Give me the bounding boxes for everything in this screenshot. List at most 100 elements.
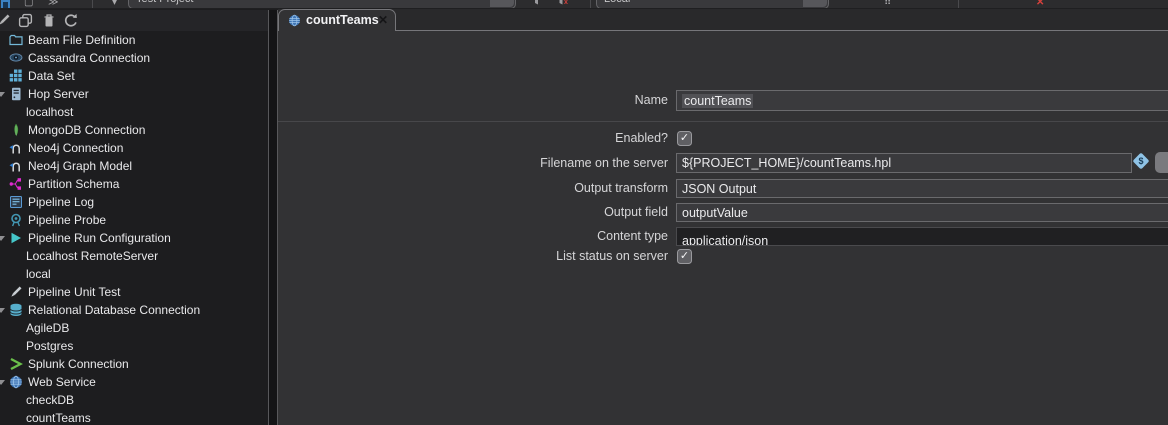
tree-item-label: Postgres: [26, 337, 73, 355]
svg-text:x: x: [564, 0, 568, 5]
copy-icon[interactable]: [18, 13, 33, 28]
tree-item-pipeline-probe[interactable]: Pipeline Probe: [0, 211, 268, 229]
separator: [278, 121, 1168, 122]
tree-item-label: Hop Server: [28, 85, 89, 103]
partition-icon: [9, 177, 23, 191]
remove-filter-icon[interactable]: x: [556, 0, 569, 8]
name-input-value: countTeams: [682, 94, 753, 108]
pencil-test-icon: [9, 285, 23, 299]
panel-divider[interactable]: [268, 10, 278, 425]
tab-title: countTeams: [306, 10, 379, 31]
toolbar-icon[interactable]: ▾: [112, 0, 117, 8]
pencil-icon[interactable]: [0, 13, 11, 28]
tree-item-label: Cassandra Connection: [28, 49, 150, 67]
environment-combobox[interactable]: Local: [596, 0, 829, 9]
tree-item-checkdb[interactable]: checkDB: [0, 391, 268, 409]
output-transform-label: Output transform: [278, 179, 668, 198]
tree-item-splunk-connection[interactable]: Splunk Connection: [0, 355, 268, 373]
tree-item-pipeline-run-configuration[interactable]: Pipeline Run Configuration: [0, 229, 268, 247]
close-icon[interactable]: ✕: [378, 10, 388, 31]
tree-item-label: Relational Database Connection: [28, 301, 200, 319]
tree-item-partition-schema[interactable]: Partition Schema: [0, 175, 268, 193]
tree-item-localhost-remoteserver[interactable]: Localhost RemoteServer: [0, 247, 268, 265]
tree-item-label: local: [26, 265, 51, 283]
trash-icon[interactable]: [42, 13, 56, 28]
tree-item-cassandra-connection[interactable]: Cassandra Connection: [0, 49, 268, 67]
expander-icon[interactable]: [0, 92, 5, 97]
tree-item-relational-database-connection[interactable]: Relational Database Connection: [0, 301, 268, 319]
tree-item-label: Neo4j Connection: [28, 139, 123, 157]
toolbar-icon[interactable]: ≫: [48, 0, 58, 8]
list-status-label: List status on server: [278, 248, 668, 264]
tree-item-pipeline-unit-test[interactable]: Pipeline Unit Test: [0, 283, 268, 301]
add-filter-icon[interactable]: [531, 0, 542, 8]
tree-item-label: Web Service: [28, 373, 96, 391]
tree-item-label: Splunk Connection: [28, 355, 129, 373]
combo-dropdown-cap[interactable]: [803, 0, 827, 7]
output-field-input[interactable]: outputValue: [676, 203, 1168, 222]
combo-dropdown-cap[interactable]: [490, 0, 514, 7]
expander-icon[interactable]: [0, 236, 5, 241]
name-input[interactable]: countTeams: [676, 90, 1168, 111]
tree-item-label: AgileDB: [26, 319, 69, 337]
database-icon: [9, 303, 23, 317]
content-type-input[interactable]: application/json: [676, 227, 1168, 246]
browse-button[interactable]: [1155, 152, 1168, 173]
filename-label: Filename on the server: [278, 153, 668, 173]
tree-item-countteams[interactable]: countTeams: [0, 409, 268, 425]
tree-item-label: Partition Schema: [28, 175, 119, 193]
tree-item-label: checkDB: [26, 391, 74, 409]
tree-item-label: Neo4j Graph Model: [28, 157, 132, 175]
editor-tabbar: countTeams ✕: [278, 9, 1168, 31]
globe-icon: [9, 375, 23, 389]
cassandra-eye-icon: [9, 51, 23, 65]
dataset-grid-icon: [9, 69, 23, 83]
main-toolbar-strip: ▢ ≫ ▾ Test Project x Local ⠿ ✕: [0, 0, 1168, 9]
tree-item-label: Pipeline Run Configuration: [28, 229, 171, 247]
app-icon[interactable]: [1, 0, 10, 8]
tree-item-localhost[interactable]: localhost: [0, 103, 268, 121]
tab-countteams[interactable]: countTeams ✕: [278, 9, 396, 31]
tree-item-postgres[interactable]: Postgres: [0, 337, 268, 355]
tree-item-mongodb-connection[interactable]: MongoDB Connection: [0, 121, 268, 139]
grid-dots-icon[interactable]: ⠿: [884, 0, 891, 8]
tree-item-label: Pipeline Log: [28, 193, 94, 211]
refresh-icon[interactable]: [63, 13, 79, 29]
tree-item-data-set[interactable]: Data Set: [0, 67, 268, 85]
output-field-label: Output field: [278, 203, 668, 222]
toolbar-icon[interactable]: ▢: [24, 0, 33, 8]
filename-input[interactable]: ${PROJECT_HOME}/countTeams.hpl: [676, 153, 1132, 173]
expander-icon[interactable]: [0, 380, 5, 385]
explorer-toolbar: [0, 10, 268, 31]
enabled-label: Enabled?: [278, 130, 668, 146]
tree-item-pipeline-log[interactable]: Pipeline Log: [0, 193, 268, 211]
output-transform-input[interactable]: JSON Output: [676, 179, 1168, 198]
enabled-checkbox[interactable]: [677, 131, 692, 146]
list-status-checkbox[interactable]: [677, 249, 692, 264]
tree-item-beam-file-definition[interactable]: Beam File Definition: [0, 31, 268, 49]
server-icon: [9, 87, 23, 101]
pipeline-probe-icon: [9, 213, 23, 227]
tree-item-neo4j-connection[interactable]: Neo4j Connection: [0, 139, 268, 157]
tree-item-local[interactable]: local: [0, 265, 268, 283]
tree-item-hop-server[interactable]: Hop Server: [0, 85, 268, 103]
tree-item-label: countTeams: [26, 409, 91, 425]
variable-diamond-icon[interactable]: $: [1133, 153, 1150, 170]
play-icon: [9, 231, 23, 245]
globe-icon: [288, 14, 301, 27]
metadata-explorer-tree: Beam File DefinitionCassandra Connection…: [0, 31, 268, 425]
pipeline-log-icon: [9, 195, 23, 209]
tree-item-web-service[interactable]: Web Service: [0, 373, 268, 391]
project-combobox[interactable]: Test Project: [128, 0, 516, 9]
tree-item-agiledb[interactable]: AgileDB: [0, 319, 268, 337]
tree-item-neo4j-graph-model[interactable]: Neo4j Graph Model: [0, 157, 268, 175]
tree-item-label: MongoDB Connection: [28, 121, 145, 139]
tree-item-label: Beam File Definition: [28, 31, 135, 49]
expander-icon[interactable]: [0, 308, 5, 313]
tree-item-label: Localhost RemoteServer: [26, 247, 158, 265]
tree-item-label: Data Set: [28, 67, 75, 85]
tree-item-label: Pipeline Unit Test: [28, 283, 121, 301]
neo4j-icon: [9, 141, 23, 155]
close-red-icon[interactable]: ✕: [1036, 0, 1044, 8]
tree-item-label: Pipeline Probe: [28, 211, 106, 229]
